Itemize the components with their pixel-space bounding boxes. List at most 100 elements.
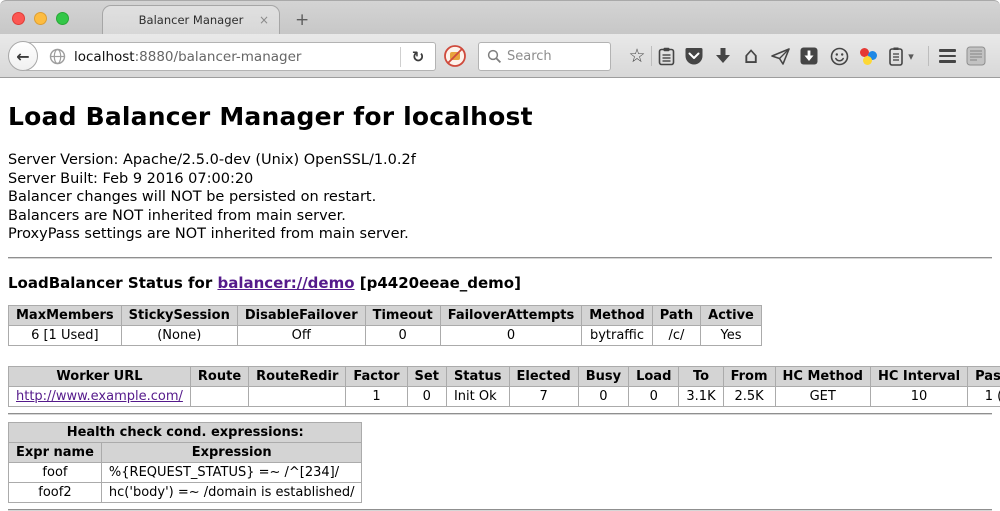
expression-cell: hc('body') =~ /domain is established/ xyxy=(101,482,362,502)
header-cell: DisableFailover xyxy=(237,305,365,325)
url-bar[interactable]: localhost:8880/balancer-manager ↻ xyxy=(24,42,436,71)
header-cell: RouteRedir xyxy=(249,366,346,386)
header-cell: Status xyxy=(446,366,509,386)
clipboard-icon xyxy=(658,47,675,66)
header-cell: Active xyxy=(701,305,762,325)
header-cell: Set xyxy=(407,366,446,386)
bookmark-star-button[interactable]: ☆ xyxy=(624,43,650,69)
back-icon: ← xyxy=(16,47,29,66)
section-divider xyxy=(8,509,992,511)
search-icon xyxy=(487,49,502,64)
header-cell: To xyxy=(679,366,723,386)
data-cell xyxy=(190,386,248,406)
colored-dots-icon xyxy=(859,47,877,65)
balancer-demo-link[interactable]: balancer://demo xyxy=(217,274,354,292)
header-row: Health check cond. expressions: xyxy=(9,422,362,442)
data-cell: 7 xyxy=(509,386,578,406)
data-cell: Yes xyxy=(701,325,762,345)
home-button[interactable]: ⌂ xyxy=(738,43,764,69)
expression-cell: %{REQUEST_STATUS} =~ /^[234]/ xyxy=(101,462,362,482)
share-button[interactable] xyxy=(767,43,793,69)
page-content: Load Balancer Manager for localhost Serv… xyxy=(0,78,1000,491)
minimize-window-button[interactable] xyxy=(34,12,47,25)
navigation-toolbar: ← localhost:8880/balancer-manager ↻ xyxy=(0,34,1000,78)
data-cell xyxy=(249,386,346,406)
back-button[interactable]: ← xyxy=(8,41,38,71)
window-controls xyxy=(12,12,69,25)
data-cell: GET xyxy=(775,386,870,406)
search-input[interactable] xyxy=(507,49,599,64)
reload-button[interactable]: ↻ xyxy=(401,48,435,66)
header-cell: HC Method xyxy=(775,366,870,386)
header-cell: FailoverAttempts xyxy=(440,305,582,325)
data-cell: 1 xyxy=(346,386,407,406)
header-cell: HC Interval xyxy=(870,366,967,386)
worker-url-cell: http://www.example.com/ xyxy=(9,386,191,406)
header-cell: Factor xyxy=(346,366,407,386)
new-tab-button[interactable]: + xyxy=(295,10,309,30)
bookmarks-menu-button[interactable] xyxy=(653,43,679,69)
header-cell: StickySession xyxy=(121,305,237,325)
data-cell: (None) xyxy=(121,325,237,345)
header-cell: MaxMembers xyxy=(9,305,122,325)
data-cell: 10 xyxy=(870,386,967,406)
search-bar[interactable] xyxy=(478,42,611,71)
colored-dots-extension-button[interactable] xyxy=(855,43,881,69)
star-icon: ☆ xyxy=(628,45,645,67)
battery-clipper-icon xyxy=(889,47,903,66)
header-cell: Load xyxy=(629,366,679,386)
hello-chat-button[interactable] xyxy=(826,43,852,69)
titlebar: Balancer Manager × + xyxy=(0,0,1000,34)
heading-suffix: [p4420eeae_demo] xyxy=(355,274,521,292)
data-cell: 0 xyxy=(365,325,440,345)
header-cell: Elected xyxy=(509,366,578,386)
data-cell: 0 xyxy=(440,325,582,345)
data-cell: Init Ok xyxy=(446,386,509,406)
inherit-warning-line: Balancers are NOT inherited from main se… xyxy=(8,207,992,226)
blocked-content-icon xyxy=(443,44,467,68)
pocket-button[interactable] xyxy=(681,43,707,69)
url-host: localhost xyxy=(74,49,135,65)
header-cell: Passes xyxy=(968,366,1000,386)
url-text[interactable]: localhost:8880/balancer-manager xyxy=(74,49,400,65)
downloads-button[interactable] xyxy=(710,43,736,69)
tab-close-icon[interactable]: × xyxy=(259,13,269,27)
workers-table: Worker URL Route RouteRedir Factor Set S… xyxy=(8,366,1000,407)
server-info: Server Version: Apache/2.5.0-dev (Unix) … xyxy=(8,151,992,244)
table-row: http://www.example.com/ 1 0 Init Ok 7 0 … xyxy=(9,386,1000,406)
tab-balancer-manager[interactable]: Balancer Manager × xyxy=(102,5,280,34)
close-window-button[interactable] xyxy=(12,12,25,25)
hamburger-icon xyxy=(939,49,956,63)
expr-name-cell: foof xyxy=(9,462,102,482)
table-row: foof %{REQUEST_STATUS} =~ /^[234]/ xyxy=(9,462,362,482)
toolbar-separator xyxy=(651,46,652,66)
table-title-cell: Health check cond. expressions: xyxy=(9,422,362,442)
paper-plane-icon xyxy=(771,48,790,65)
clipper-dropdown-button[interactable]: ▾ xyxy=(903,43,919,69)
header-cell: From xyxy=(723,366,775,386)
download-arrow-icon xyxy=(715,47,731,65)
worker-url-link[interactable]: http://www.example.com/ xyxy=(16,389,183,404)
square-download-icon xyxy=(800,47,818,65)
smiley-chat-icon xyxy=(830,47,849,66)
data-cell: 1 (0) xyxy=(968,386,1000,406)
header-cell: Timeout xyxy=(365,305,440,325)
zoom-window-button[interactable] xyxy=(56,12,69,25)
header-row: Expr name Expression xyxy=(9,442,362,462)
chevron-down-icon: ▾ xyxy=(908,50,914,63)
page-extension-button[interactable] xyxy=(963,43,989,69)
data-cell: 0 xyxy=(407,386,446,406)
table-row: 6 [1 Used] (None) Off 0 0 bytraffic /c/ … xyxy=(9,325,762,345)
page-title: Load Balancer Manager for localhost xyxy=(8,102,992,131)
data-cell: 6 [1 Used] xyxy=(9,325,122,345)
proxypass-warning-line: ProxyPass settings are NOT inherited fro… xyxy=(8,225,992,244)
video-download-extension-button[interactable] xyxy=(796,43,822,69)
menu-button[interactable] xyxy=(934,43,960,69)
tab-title: Balancer Manager xyxy=(139,13,244,27)
header-cell: Expression xyxy=(101,442,362,462)
header-row: Worker URL Route RouteRedir Factor Set S… xyxy=(9,366,1000,386)
data-cell: Off xyxy=(237,325,365,345)
blocked-content-button[interactable] xyxy=(443,44,467,68)
pocket-icon xyxy=(685,47,703,65)
heading-prefix: LoadBalancer Status for xyxy=(8,274,217,292)
